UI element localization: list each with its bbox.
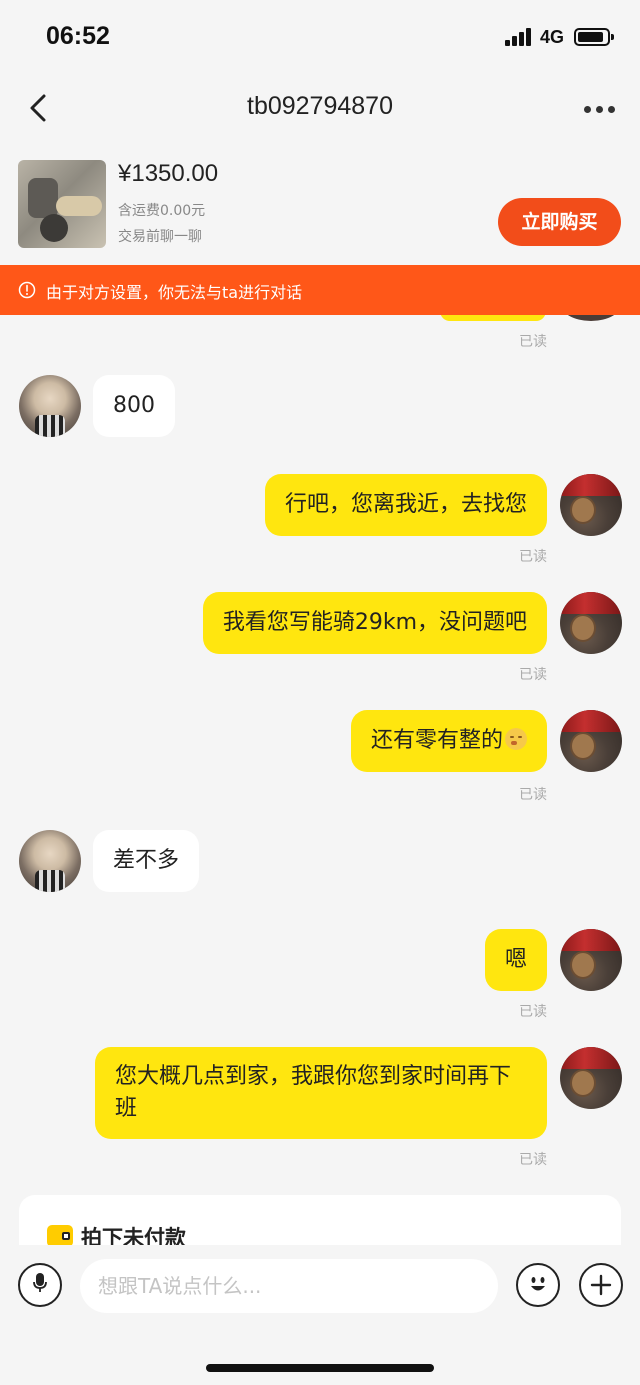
signal-icon xyxy=(505,28,535,46)
avatar-self[interactable] xyxy=(560,592,622,654)
product-price: ¥1350.00 xyxy=(118,160,219,187)
more-actions-button[interactable] xyxy=(579,1263,623,1307)
avatar-other[interactable] xyxy=(19,375,81,437)
message-input[interactable] xyxy=(80,1259,498,1313)
avatar-self[interactable] xyxy=(560,710,622,772)
plus-icon xyxy=(590,1274,612,1296)
more-icon[interactable] xyxy=(580,94,620,122)
read-receipt: 已读 xyxy=(519,787,547,803)
message-bubble-self[interactable]: 我看您写能骑29km，没问题吧 xyxy=(202,592,547,654)
notice-text: 由于对方设置，你无法与ta进行对话 xyxy=(46,283,303,302)
read-receipt: 已读 xyxy=(519,549,547,565)
product-card[interactable]: ¥1350.00 含运费0.00元 交易前聊一聊 立即购买 xyxy=(0,150,640,260)
message-bubble-other[interactable]: 800 xyxy=(93,375,175,437)
avatar-self[interactable] xyxy=(560,1047,622,1109)
relieved-face-icon xyxy=(505,728,527,750)
thumbnail-scooter-body xyxy=(28,178,58,218)
product-thumbnail[interactable] xyxy=(18,160,106,248)
read-receipt: 已读 xyxy=(519,1152,547,1168)
message-bubble-self[interactable]: 嗯 xyxy=(484,929,547,991)
network-label: 4G xyxy=(540,27,565,47)
input-bar xyxy=(0,1245,640,1327)
product-shipping: 含运费0.00元 xyxy=(118,203,206,219)
wallet-icon xyxy=(47,1225,73,1245)
chat-area[interactable]: 已读 800 行吧，您离我近，去找您 已读 我看您写能骑29km，没问题吧 已读… xyxy=(0,315,640,1245)
status-bar: 06:52 4G xyxy=(0,0,640,76)
warning-icon xyxy=(18,281,36,299)
message-bubble-self[interactable]: 行吧，您离我近，去找您 xyxy=(264,474,547,536)
read-receipt: 已读 xyxy=(519,334,547,350)
pending-payment-title: 拍下未付款 xyxy=(81,1226,186,1245)
home-indicator[interactable] xyxy=(206,1364,434,1372)
avatar-self[interactable] xyxy=(560,929,622,991)
notice-bar: 由于对方设置，你无法与ta进行对话 xyxy=(0,265,640,315)
thumbnail-scooter-seat xyxy=(56,196,102,216)
buy-now-button[interactable]: 立即购买 xyxy=(498,198,621,246)
read-receipt: 已读 xyxy=(519,1004,547,1020)
message-bubble-partial xyxy=(440,315,546,321)
message-bubble-self[interactable]: 您大概几点到家，我跟你您到家时间再下班 xyxy=(95,1047,547,1139)
chat-title: tb092794870 xyxy=(247,92,393,120)
status-time: 06:52 xyxy=(46,22,110,50)
battery-icon xyxy=(574,28,614,46)
message-text: 还有零有整的 xyxy=(370,728,503,753)
avatar-other[interactable] xyxy=(19,830,81,892)
message-bubble-self[interactable]: 还有零有整的 xyxy=(350,710,547,772)
message-bubble-other[interactable]: 差不多 xyxy=(93,830,200,892)
nav-bar: tb092794870 xyxy=(0,76,640,142)
avatar-partial xyxy=(560,315,622,321)
voice-input-button[interactable] xyxy=(18,1263,62,1307)
thumbnail-scooter-wheel xyxy=(40,214,68,242)
smiley-icon xyxy=(531,1277,545,1291)
microphone-icon xyxy=(33,1273,47,1292)
read-receipt: 已读 xyxy=(519,667,547,683)
product-subtitle: 交易前聊一聊 xyxy=(118,229,202,245)
pending-payment-card[interactable]: 拍下未付款 xyxy=(19,1195,621,1245)
avatar-self[interactable] xyxy=(560,474,622,536)
emoji-button[interactable] xyxy=(516,1263,560,1307)
